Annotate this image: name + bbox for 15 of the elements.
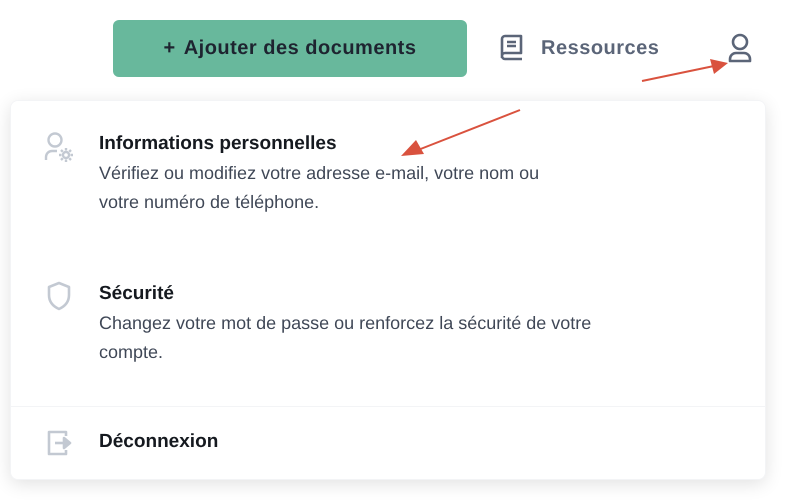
menu-item[interactable]: Informations personnelles Vérifiez ou modifiez votre adresse e-mail, votre nom ou votre numéro de téléphone. [11,127,765,277]
menu-item-description: Vérifiez ou modifiez votre adresse e-mail, votre nom ou votre numéro de téléphone. [99,162,540,214]
menu-item-title: Informations personnelles [99,132,337,156]
plus-icon: + [164,33,176,63]
menu-item-description: Changez votre mot de passe ou renforcez la sécurité de votre compte. [99,312,592,364]
shield-icon [46,281,72,311]
menu-item-title: Sécurité [99,282,174,306]
user-icon[interactable] [728,33,752,63]
resources-link[interactable]: Ressources [499,33,660,63]
user-gear-icon [44,131,74,163]
logout-icon [46,429,72,457]
add-documents-button[interactable]: + Ajouter des documents [113,20,467,76]
book-icon [499,34,525,62]
menu-item-title: Déconnexion [99,430,218,454]
menu-item[interactable]: Sécurité Changez votre mot de passe ou renforcez la sécurité de votre compte. [11,277,765,367]
